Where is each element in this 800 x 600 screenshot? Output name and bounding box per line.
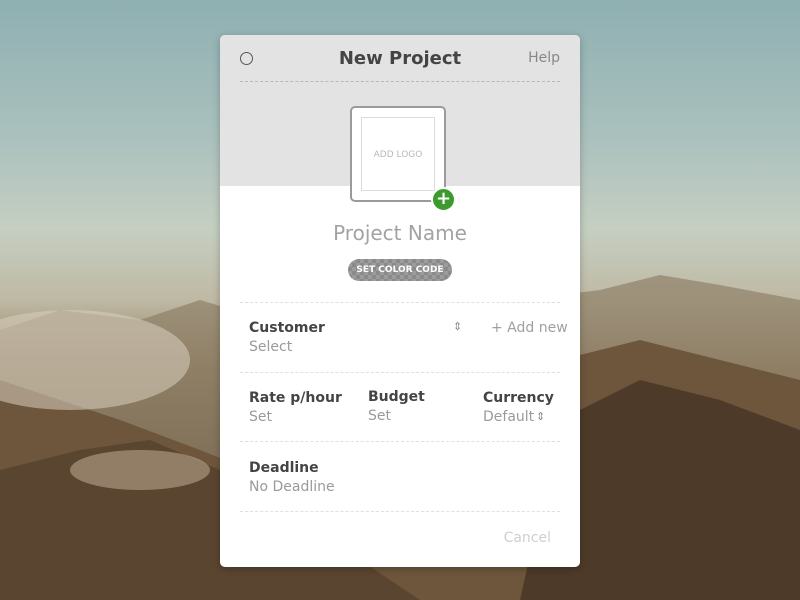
add-logo-box[interactable]: ADD LOGO bbox=[350, 106, 446, 202]
rate-input[interactable]: Set bbox=[249, 409, 272, 425]
set-color-code-button[interactable]: SET COLOR CODE bbox=[348, 259, 452, 281]
add-new-customer-link[interactable]: + Add new bbox=[491, 320, 568, 336]
customer-label: Customer bbox=[249, 320, 325, 336]
divider bbox=[240, 441, 560, 442]
deadline-label: Deadline bbox=[249, 460, 319, 476]
cancel-button[interactable]: Cancel bbox=[504, 530, 551, 546]
help-link[interactable]: Help bbox=[528, 50, 560, 66]
divider bbox=[240, 511, 560, 512]
budget-label: Budget bbox=[368, 389, 425, 405]
currency-select[interactable]: Default bbox=[483, 409, 534, 425]
divider bbox=[240, 372, 560, 373]
deadline-picker[interactable]: No Deadline bbox=[249, 479, 335, 495]
add-logo-plus-icon[interactable]: + bbox=[431, 187, 456, 212]
add-logo-placeholder: ADD LOGO bbox=[361, 117, 435, 191]
divider bbox=[240, 302, 560, 303]
customer-select[interactable]: Select bbox=[249, 339, 292, 355]
dialog-title: New Project bbox=[338, 48, 462, 69]
dialog-header: New Project Help bbox=[240, 35, 560, 82]
currency-label: Currency bbox=[483, 390, 554, 406]
budget-input[interactable]: Set bbox=[368, 408, 391, 424]
new-project-dialog: New Project Help ADD LOGO + Project Name… bbox=[220, 35, 580, 567]
project-name-field[interactable]: Project Name bbox=[220, 221, 580, 245]
rate-label: Rate p/hour bbox=[249, 390, 342, 406]
currency-updown-icon[interactable]: ⇕ bbox=[536, 410, 545, 423]
customer-updown-icon[interactable]: ⇕ bbox=[453, 320, 462, 333]
